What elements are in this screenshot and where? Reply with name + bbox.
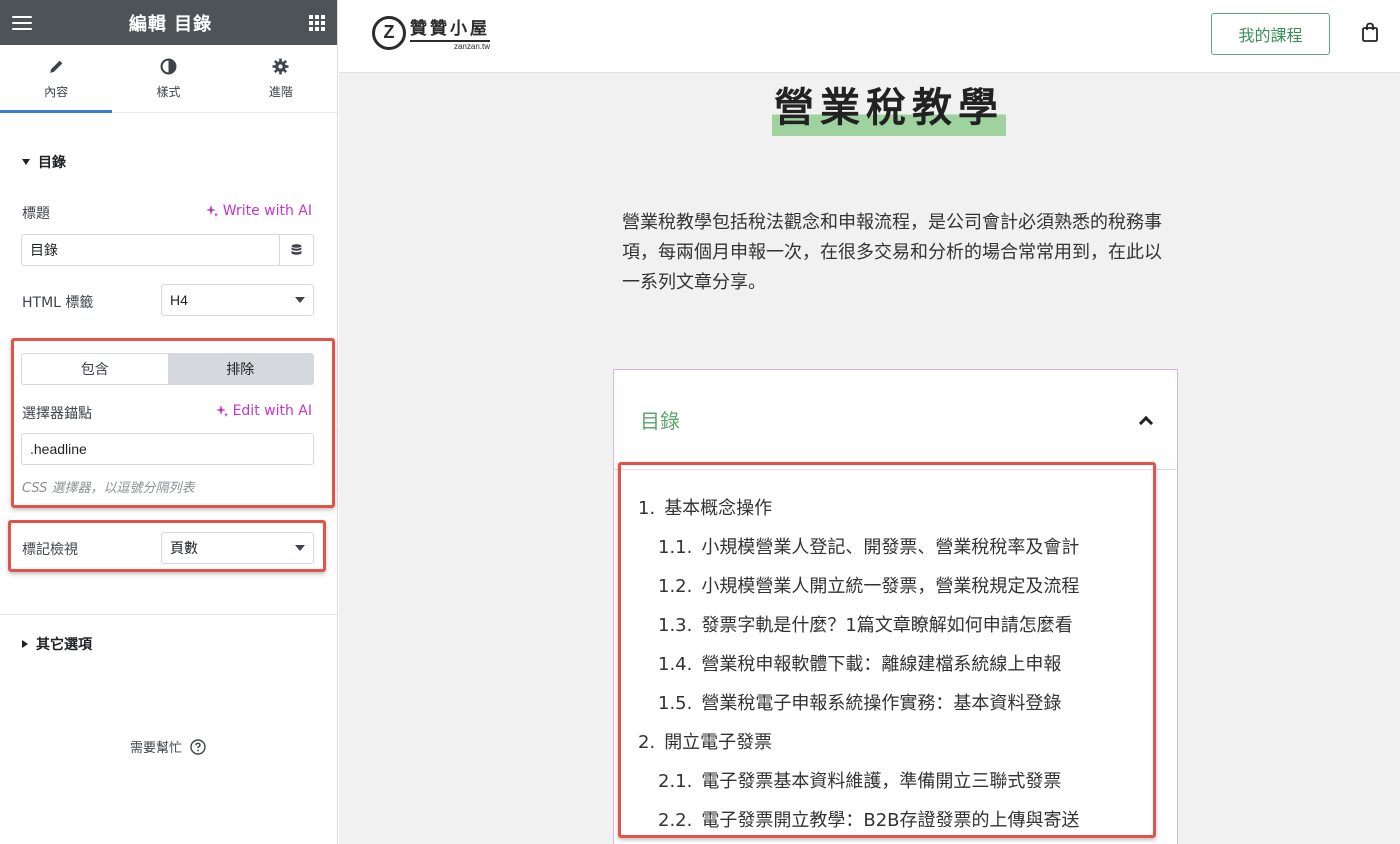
site-header: Z 贊贊小屋 zanzan.tw 我的課程: [339, 0, 1400, 73]
toc-item-text: 開立電子發票: [664, 732, 773, 753]
toc-item-number: 1.1.: [658, 537, 693, 558]
include-exclude-switch: 包含 排除: [21, 353, 314, 385]
anchor-selector-label: 選擇器錨點: [22, 406, 92, 422]
toc-list: 1. 基本概念操作 1.1. 小規模營業人登記、開發票、營業稅稅率及會計 1.2. 小…: [614, 470, 1177, 844]
toc-item[interactable]: 2.1. 電子發票基本資料維護，準備開立三聯式發票: [638, 769, 1177, 808]
write-with-ai-label: Write with AI: [222, 203, 312, 219]
html-tag-select[interactable]: H4: [161, 284, 314, 316]
tab-advanced[interactable]: 進階: [225, 45, 337, 112]
dynamic-tags-button[interactable]: [279, 234, 314, 266]
toc-item-number: 2.2.: [658, 810, 693, 831]
section-toggle-toc[interactable]: 目錄: [0, 152, 88, 172]
chevron-up-icon[interactable]: [1138, 415, 1154, 430]
logo-sub-text: zanzan.tw: [453, 42, 490, 51]
table-of-contents: 目錄 1. 基本概念操作 1.1. 小規模營業人登記、開發票、營業稅稅率及會計 1.…: [613, 369, 1178, 844]
toc-item-text: 營業稅申報軟體下載：離線建檔系統線上申報: [701, 654, 1062, 675]
my-courses-button[interactable]: 我的課程: [1211, 13, 1330, 55]
exclude-tab[interactable]: 排除: [167, 354, 313, 384]
logo-main-text: 贊贊小屋: [410, 14, 490, 42]
page-title: 營業稅教學: [772, 80, 1006, 136]
menu-icon[interactable]: [12, 15, 32, 30]
toc-item-number: 1.3.: [658, 615, 693, 636]
editor-panel: 編輯 目錄 內容 樣式 進階 目錄 標題 Write with AI 目錄 HT…: [0, 0, 338, 844]
toc-header[interactable]: 目錄: [614, 370, 1177, 470]
toc-item-text: 基本概念操作: [664, 498, 773, 519]
section-other-label: 其它選項: [36, 637, 92, 653]
toc-item-number: 2.1.: [658, 771, 693, 792]
help-label: 需要幫忙: [130, 741, 183, 756]
marker-view-select[interactable]: 頁數: [161, 532, 314, 564]
title-label: 標題: [22, 206, 50, 222]
include-tab[interactable]: 包含: [22, 354, 168, 384]
site-logo[interactable]: Z 贊贊小屋 zanzan.tw: [372, 14, 490, 51]
question-icon: [190, 738, 206, 755]
tab-style[interactable]: 樣式: [112, 45, 224, 112]
contrast-icon: [160, 58, 177, 74]
toc-item[interactable]: 1.3. 發票字軌是什麼？1篇文章瞭解如何申請怎麼看: [638, 613, 1177, 652]
toc-item-text: 營業稅電子申報系統操作實務：基本資料登錄: [701, 693, 1062, 714]
toc-item-text: 電子發票開立教學：B2B存證發票的上傳與寄送: [701, 810, 1080, 831]
database-icon: [291, 244, 302, 255]
toc-item-number: 1.4.: [658, 654, 693, 675]
toc-item-text: 小規模營業人登記、開發票、營業稅稅率及會計: [701, 537, 1080, 558]
tab-advanced-label: 進階: [268, 84, 293, 99]
toc-item[interactable]: 2. 開立電子發票: [638, 730, 1177, 769]
grid-icon[interactable]: [309, 14, 325, 31]
panel-header: 編輯 目錄: [0, 0, 337, 45]
gear-icon: [272, 58, 289, 74]
marker-view-value: 頁數: [170, 540, 198, 556]
edit-with-ai-label: Edit with AI: [232, 403, 312, 419]
tab-style-label: 樣式: [156, 84, 181, 99]
html-tag-value: H4: [170, 292, 188, 308]
toc-item-text: 小規模營業人開立統一發票，營業稅規定及流程: [701, 576, 1080, 597]
toc-item[interactable]: 1.1. 小規模營業人登記、開發票、營業稅稅率及會計: [638, 535, 1177, 574]
sparkle-icon: [215, 405, 228, 417]
toc-item[interactable]: 2.2. 電子發票開立教學：B2B存證發票的上傳與寄送: [638, 808, 1177, 844]
toc-item[interactable]: 1. 基本概念操作: [638, 496, 1177, 535]
pencil-icon: [49, 60, 62, 73]
anchor-selector-input[interactable]: .headline: [21, 433, 314, 465]
title-input[interactable]: 目錄: [21, 234, 280, 266]
anchor-hint: CSS 選擇器，以逗號分隔列表: [22, 481, 195, 496]
toc-item-number: 1.: [638, 498, 656, 519]
help-link[interactable]: 需要幫忙: [130, 737, 206, 756]
section-toc-label: 目錄: [38, 155, 66, 171]
html-tag-label: HTML 標籤: [22, 295, 94, 311]
toc-item-number: 1.5.: [658, 693, 693, 714]
toc-item[interactable]: 1.5. 營業稅電子申報系統操作實務：基本資料登錄: [638, 691, 1177, 730]
intro-paragraph: 營業稅教學包括稅法觀念和申報流程，是公司會計必須熟悉的稅務事項，每兩個月申報一次…: [622, 212, 1162, 293]
preview-canvas: Z 贊贊小屋 zanzan.tw 我的課程 營業稅教學 營業稅教學包括稅法觀念和…: [339, 0, 1400, 844]
toc-item-text: 發票字軌是什麼？1篇文章瞭解如何申請怎麼看: [701, 615, 1073, 636]
toc-item-number: 2.: [638, 732, 656, 753]
edit-with-ai-button[interactable]: Edit with AI: [215, 403, 312, 419]
chevron-down-icon: [295, 297, 305, 303]
write-with-ai-button[interactable]: Write with AI: [205, 203, 312, 219]
section-divider: [0, 614, 337, 615]
toc-item[interactable]: 1.4. 營業稅申報軟體下載：離線建檔系統線上申報: [638, 652, 1177, 691]
toc-item-number: 1.2.: [658, 576, 693, 597]
marker-view-label: 標記檢視: [22, 542, 78, 558]
toc-title: 目錄: [640, 409, 680, 433]
tab-content[interactable]: 內容: [0, 45, 113, 113]
panel-tabs: 內容 樣式 進階: [0, 45, 337, 113]
tab-content-label: 內容: [44, 84, 69, 99]
toc-item[interactable]: 1.2. 小規模營業人開立統一發票，營業稅規定及流程: [638, 574, 1177, 613]
logo-mark-icon: Z: [372, 15, 406, 50]
sparkle-icon: [205, 205, 218, 217]
caret-right-icon: [22, 640, 28, 648]
toc-item-text: 電子發票基本資料維護，準備開立三聯式發票: [701, 771, 1062, 792]
chevron-down-icon: [295, 545, 305, 551]
panel-title: 編輯 目錄: [128, 13, 213, 35]
section-toggle-other[interactable]: 其它選項: [0, 634, 114, 654]
caret-down-icon: [22, 159, 30, 165]
shopping-bag-icon[interactable]: [1362, 22, 1378, 42]
